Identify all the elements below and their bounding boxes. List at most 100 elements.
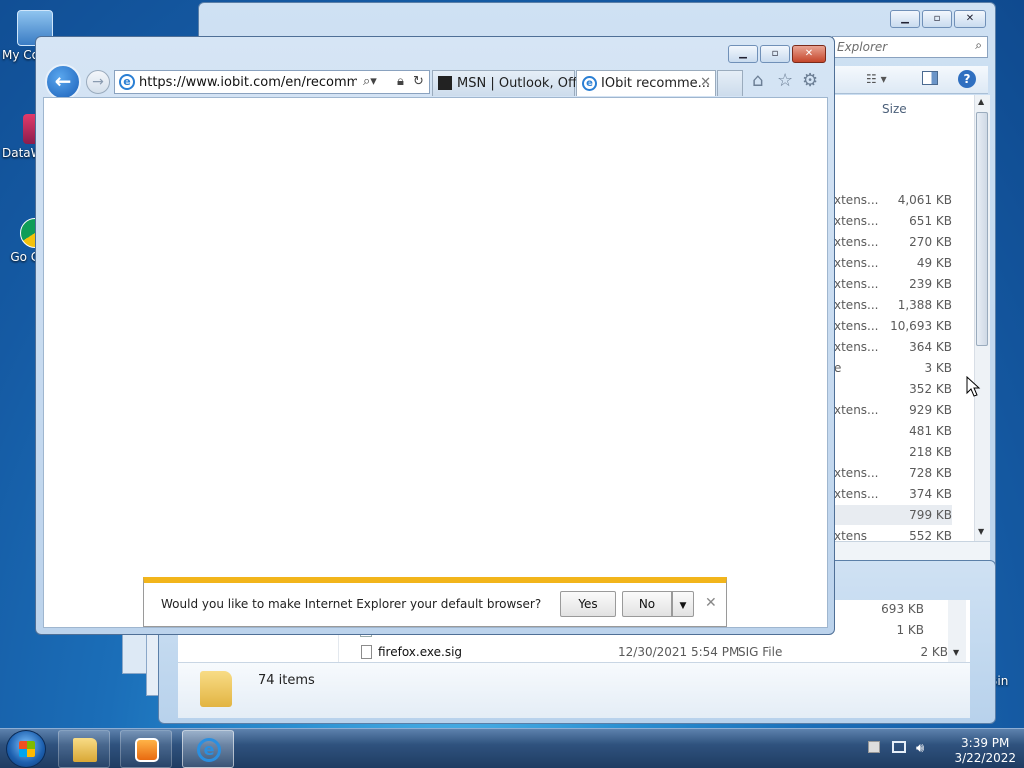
- scroll-up-icon[interactable]: ▲: [978, 97, 984, 106]
- file-size: 799 KB: [909, 508, 952, 522]
- file-row[interactable]: xtens... 929 KB: [834, 400, 952, 420]
- volume-icon[interactable]: 🔊︎: [916, 741, 932, 757]
- folder-icon: [73, 738, 97, 762]
- scroll-down-icon[interactable]: ▼: [978, 527, 984, 536]
- file-row[interactable]: xtens... 4,061 KB: [834, 190, 952, 210]
- tab-label: IObit recomme...: [601, 76, 711, 91]
- refresh-icon[interactable]: ↻: [413, 74, 424, 89]
- msn-tab-icon: [438, 76, 452, 90]
- file-row[interactable]: xtens... 651 KB: [834, 211, 952, 231]
- explorer-close-button[interactable]: ✕: [954, 10, 986, 28]
- ie-close-button[interactable]: ✕: [792, 45, 826, 63]
- home-icon[interactable]: ⌂: [752, 70, 763, 91]
- no-options-dropdown[interactable]: ▼: [672, 591, 694, 617]
- file-type: xtens...: [834, 235, 879, 249]
- tab-label: MSN | Outlook, Off...: [457, 76, 590, 91]
- tab-iobit[interactable]: e IObit recomme... ✕: [576, 70, 716, 96]
- explorer-status-bar: 74 items: [178, 662, 970, 718]
- forward-arrow-icon: →: [92, 74, 104, 90]
- forward-button[interactable]: →: [86, 70, 110, 94]
- file-row[interactable]: 352 KB: [834, 379, 952, 399]
- file-type: xtens...: [834, 340, 879, 354]
- file-row[interactable]: xtens... 239 KB: [834, 274, 952, 294]
- file-row[interactable]: xtens... 728 KB: [834, 463, 952, 483]
- file-row[interactable]: xtens... 10,693 KB: [834, 316, 952, 336]
- clock-time: 3:39 PM: [961, 736, 1010, 750]
- file-row[interactable]: xtens... 49 KB: [834, 253, 952, 273]
- taskbar-internet-explorer-button[interactable]: e: [182, 730, 234, 768]
- page-content-area[interactable]: [43, 97, 828, 628]
- file-row[interactable]: xtens... 364 KB: [834, 337, 952, 357]
- action-center-flag-icon[interactable]: [868, 741, 884, 757]
- clock[interactable]: 3:39 PM 3/22/2022: [954, 736, 1016, 766]
- file-row[interactable]: e 3 KB: [834, 358, 952, 378]
- size-column-header[interactable]: Size: [882, 102, 907, 116]
- file-type: e: [834, 361, 842, 375]
- file-size: 3 KB: [924, 361, 952, 375]
- file-row[interactable]: xtens... 270 KB: [834, 232, 952, 252]
- file-type: xtens: [834, 529, 868, 540]
- file-size: 374 KB: [909, 487, 952, 501]
- preview-pane-icon[interactable]: [922, 71, 938, 85]
- start-button[interactable]: [6, 730, 46, 768]
- explorer-minimize-button[interactable]: ▁: [890, 10, 920, 28]
- file-row[interactable]: 218 KB: [834, 442, 952, 462]
- minimize-icon: ▁: [901, 13, 909, 24]
- back-arrow-icon: ←: [54, 69, 72, 93]
- new-tab-button[interactable]: [717, 70, 743, 96]
- file-size: 481 KB: [909, 424, 952, 438]
- explorer-lower-scrollbar[interactable]: ▼: [948, 600, 966, 662]
- favorites-star-icon[interactable]: ☆: [777, 70, 793, 91]
- system-tray: 🔊︎ 3:39 PM 3/22/2022: [860, 731, 1024, 767]
- file-size: 352 KB: [909, 382, 952, 396]
- back-button[interactable]: ←: [45, 64, 81, 100]
- file-type: xtens...: [834, 403, 879, 417]
- explorer-toolbar: ☷ ▾ ?: [834, 66, 988, 94]
- settings-gear-icon[interactable]: ⚙: [802, 70, 818, 91]
- file-size: 728 KB: [909, 466, 952, 480]
- file-row-firefox-sig[interactable]: firefox.exe.sig 12/30/2021 5:54 PM SIG F…: [340, 643, 948, 662]
- file-type: xtens...: [834, 256, 879, 270]
- file-row[interactable]: xtens 552 KB: [834, 526, 952, 540]
- file-type: xtens...: [834, 466, 879, 480]
- file-size: 364 KB: [909, 340, 952, 354]
- taskbar-explorer-button[interactable]: [58, 730, 110, 768]
- ie-minimize-button[interactable]: ▁: [728, 45, 758, 63]
- file-row[interactable]: xtens... 1,388 KB: [834, 295, 952, 315]
- scroll-down-icon[interactable]: ▼: [953, 648, 959, 657]
- tab-close-icon[interactable]: ✕: [700, 75, 711, 90]
- file-size: 49 KB: [916, 256, 952, 270]
- file-size: 2 KB: [920, 645, 948, 659]
- file-size: 1,388 KB: [897, 298, 952, 312]
- address-bar[interactable]: e https://www.iobit.com/en/recommend/it …: [114, 70, 430, 94]
- maximize-icon: ▫: [933, 13, 941, 24]
- search-icon[interactable]: ⌕▾: [363, 74, 377, 89]
- ie-page-icon: e: [119, 74, 135, 90]
- file-row[interactable]: 481 KB: [834, 421, 952, 441]
- notification-close-icon[interactable]: ✕: [705, 595, 717, 611]
- folder-icon: [200, 671, 232, 707]
- view-options-icon[interactable]: ☷ ▾: [866, 72, 887, 86]
- dropdown-arrow-icon: ▼: [679, 601, 687, 611]
- explorer-scroll-thumb[interactable]: [976, 112, 988, 346]
- file-row-hovered[interactable]: 799 KB: [834, 505, 952, 525]
- no-button[interactable]: No: [622, 591, 672, 617]
- lock-icon[interactable]: 🔒︎: [397, 74, 404, 89]
- windows-logo-icon: [19, 741, 35, 757]
- file-size: 693 KB: [881, 602, 924, 616]
- help-icon[interactable]: ?: [958, 70, 976, 88]
- ie-restore-button[interactable]: ▫: [760, 45, 790, 63]
- tab-msn[interactable]: MSN | Outlook, Off...: [432, 70, 589, 96]
- explorer-search-input[interactable]: Explorer ⌕: [832, 36, 988, 58]
- file-size: 218 KB: [909, 445, 952, 459]
- taskbar-media-player-button[interactable]: [120, 730, 172, 768]
- mouse-cursor-icon: [966, 376, 981, 397]
- restore-icon: ▫: [771, 48, 779, 59]
- file-name: firefox.exe.sig: [378, 645, 463, 659]
- file-row[interactable]: xtens... 374 KB: [834, 484, 952, 504]
- network-icon[interactable]: [892, 741, 908, 757]
- file-type: xtens...: [834, 193, 879, 207]
- address-url[interactable]: https://www.iobit.com/en/recommend/it: [139, 75, 357, 90]
- explorer-maximize-button[interactable]: ▫: [922, 10, 952, 28]
- yes-button[interactable]: Yes: [560, 591, 616, 617]
